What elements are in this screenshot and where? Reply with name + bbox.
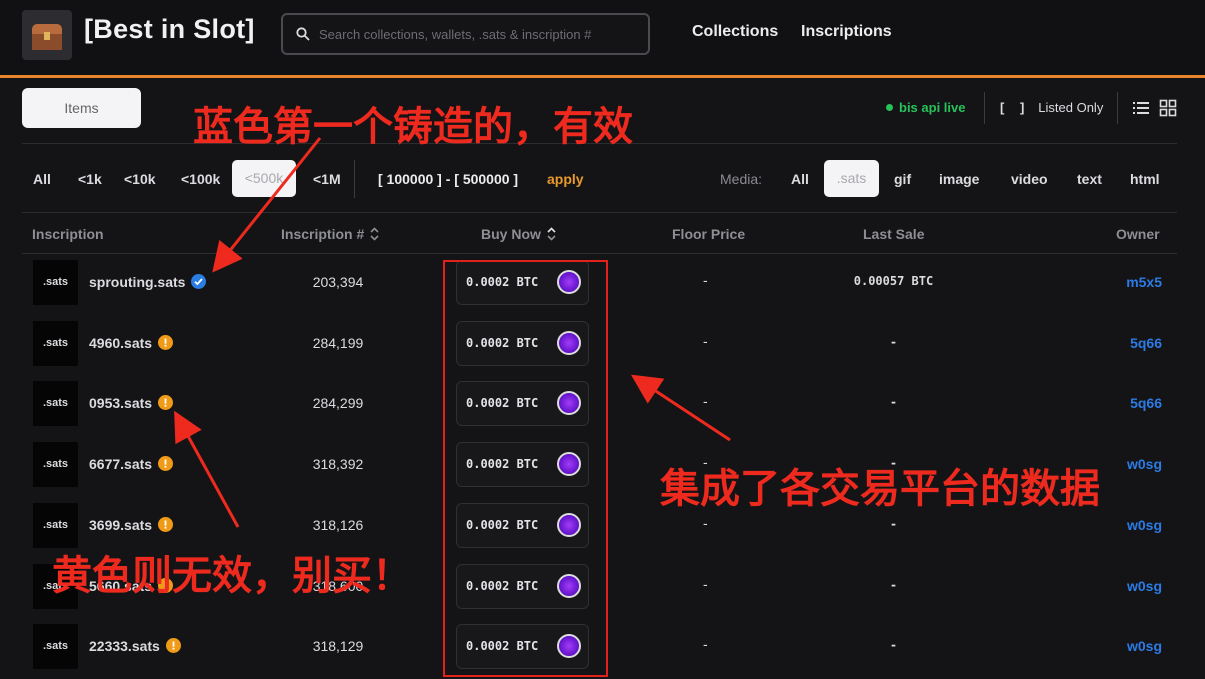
arrow-to-verified-badge (212, 137, 322, 273)
annotation-integrated-data: 集成了各交易平台的数据 (660, 466, 1100, 512)
annotation-yellow-invalid: 黄色则无效，别买！ (52, 553, 412, 599)
annotation-blue-valid: 蓝色第一个铸造的，有效 (193, 104, 633, 150)
arrow-to-warning-badge (174, 410, 240, 528)
arrow-to-buy-now-column (630, 374, 731, 442)
